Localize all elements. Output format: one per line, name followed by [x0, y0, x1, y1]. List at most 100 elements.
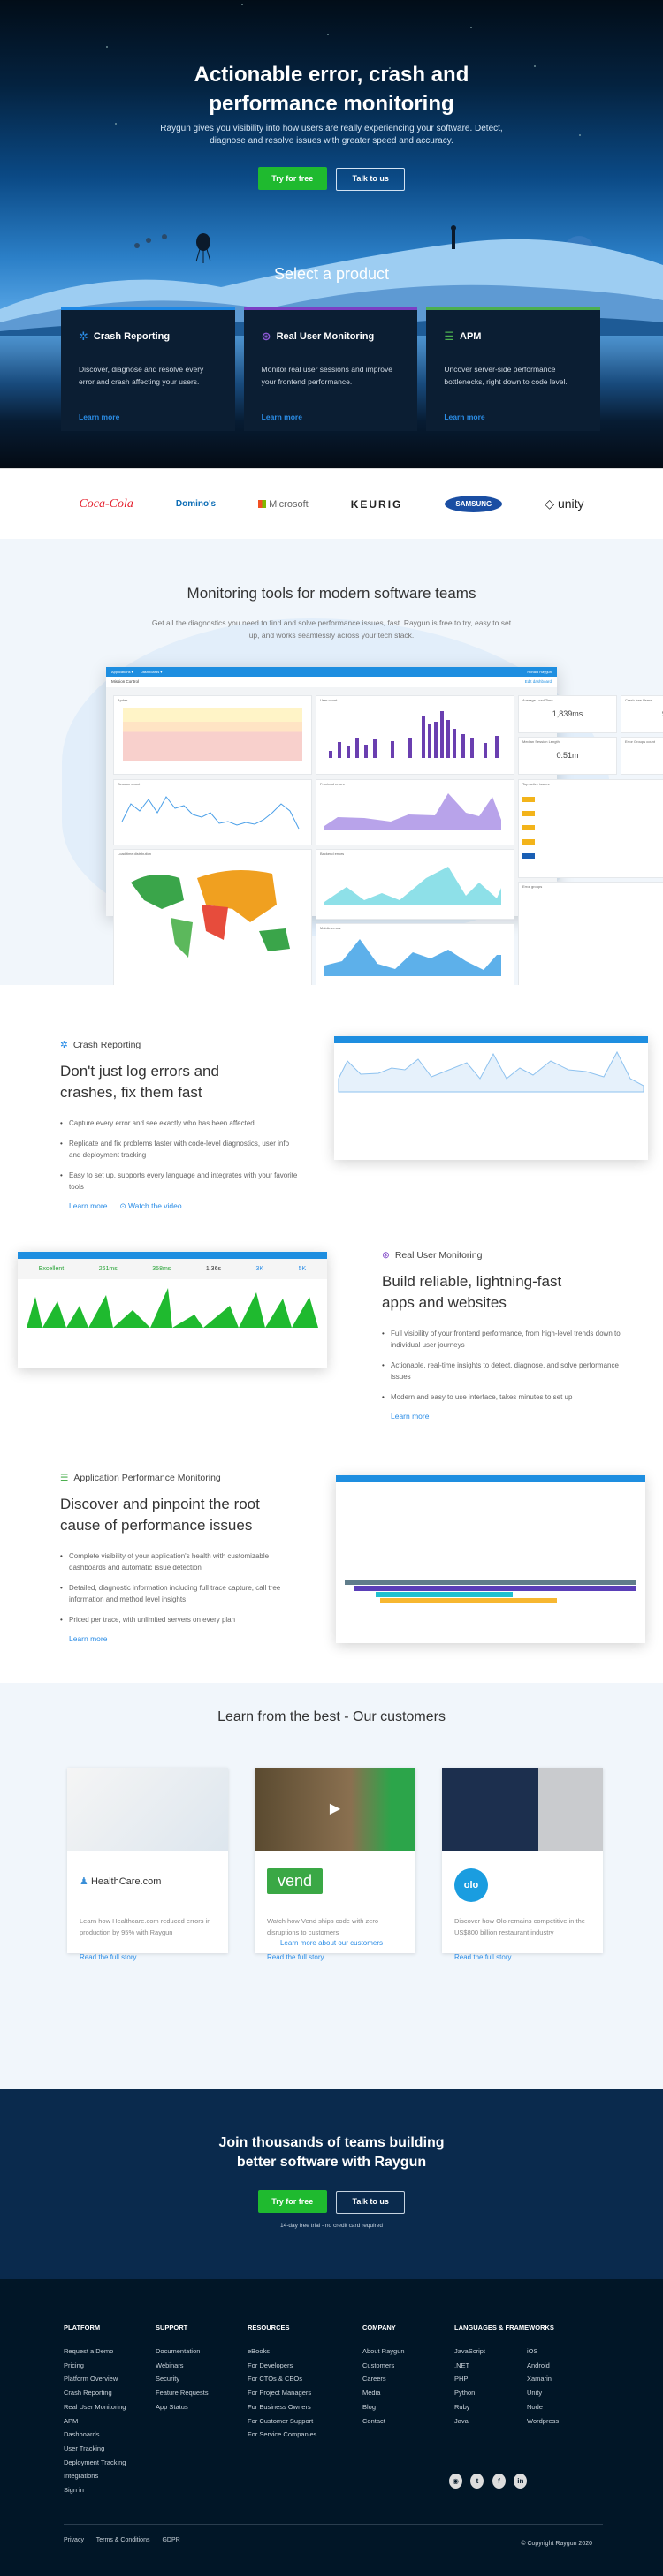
- social-links: ◉ t f in: [449, 2472, 531, 2489]
- footer-link[interactable]: PHP: [454, 2372, 527, 2386]
- github-icon[interactable]: ◉: [449, 2474, 462, 2489]
- footer-link[interactable]: Real User Monitoring: [64, 2400, 156, 2414]
- feature-bullet: Modern and easy to use interface, takes …: [382, 1391, 621, 1403]
- footer-link[interactable]: Dashboards: [64, 2428, 156, 2442]
- feature-bullet: Actionable, real-time insights to detect…: [382, 1360, 621, 1383]
- feature-title: Don't just log errors and crashes, fix th…: [60, 1063, 219, 1101]
- cta-title: Join thousands of teams building better s…: [218, 2135, 445, 2170]
- try-for-free-button[interactable]: Try for free: [257, 2190, 327, 2213]
- read-full-story-link[interactable]: Read the full story: [67, 1946, 228, 1961]
- feature-bullet: Detailed, diagnostic information includi…: [60, 1582, 299, 1605]
- try-for-free-button[interactable]: Try for free: [257, 167, 327, 190]
- learn-more-link[interactable]: Learn more: [391, 1412, 429, 1421]
- footer-link[interactable]: Security: [156, 2372, 248, 2386]
- feature-crash-reporting: ✲ Crash Reporting Don't just log errors a…: [60, 1040, 299, 1211]
- panel-top-active-issues: Top active issues: [518, 779, 663, 878]
- footer-link[interactable]: For Service Companies: [248, 2428, 362, 2442]
- learn-more-link[interactable]: Learn more: [262, 413, 400, 421]
- footer-link[interactable]: For Business Owners: [248, 2400, 362, 2414]
- footer-link[interactable]: Unity: [527, 2386, 559, 2400]
- page-speed-value: Excellent: [38, 1266, 65, 1272]
- learn-more-link[interactable]: Learn more: [79, 413, 217, 421]
- footer-link[interactable]: Sign in: [64, 2483, 156, 2497]
- footer-link[interactable]: For CTOs & CEOs: [248, 2372, 362, 2386]
- footer-link[interactable]: User Tracking: [64, 2442, 156, 2456]
- copyright: © Copyright Raygun 2020: [521, 2541, 592, 2547]
- product-card-crash-reporting[interactable]: ✲ Crash Reporting Discover, diagnose and …: [61, 307, 235, 431]
- footer-link[interactable]: Contact: [362, 2414, 454, 2428]
- talk-to-us-button[interactable]: Talk to us: [336, 2191, 406, 2214]
- footer-link[interactable]: iOS: [527, 2345, 559, 2359]
- select-product-heading: Select a product: [273, 265, 390, 283]
- footer-link[interactable]: Customers: [362, 2359, 454, 2373]
- footer-link[interactable]: Node: [527, 2400, 559, 2414]
- facebook-icon[interactable]: f: [492, 2474, 506, 2489]
- monitoring-section: Monitoring tools for modern software tea…: [0, 539, 663, 985]
- footer-column-platform: PLATFORM Request a Demo Pricing Platform…: [64, 2323, 156, 2497]
- gdpr-link[interactable]: GDPR: [162, 2537, 179, 2543]
- footer-link[interactable]: Java: [454, 2414, 527, 2428]
- panel-apdex: Apdex: [113, 695, 312, 775]
- watch-video-link[interactable]: ⊙ Watch the video: [119, 1201, 181, 1211]
- nav-dashboards: Dashboards ▾: [140, 670, 163, 674]
- footer-link[interactable]: Android: [527, 2359, 559, 2373]
- feature-title: Build reliable, lightning-fast apps and w…: [382, 1273, 562, 1311]
- product-card-apm[interactable]: ☰ APM Uncover server-side performance bot…: [426, 307, 601, 431]
- footer-link[interactable]: About Raygun: [362, 2345, 454, 2359]
- footer-link[interactable]: For Developers: [248, 2359, 362, 2373]
- read-full-story-link[interactable]: Read the full story: [442, 1946, 603, 1961]
- product-title: APM: [460, 331, 482, 342]
- panel-error-groups-count: Error Groups count43: [621, 737, 663, 775]
- monitoring-title: Monitoring tools for modern software tea…: [187, 585, 476, 602]
- footer-link[interactable]: eBooks: [248, 2345, 362, 2359]
- linkedin-icon[interactable]: in: [514, 2474, 528, 2489]
- footer-link[interactable]: For Customer Support: [248, 2414, 362, 2428]
- product-title: Real User Monitoring: [276, 331, 375, 342]
- footer-link[interactable]: App Status: [156, 2400, 248, 2414]
- footer-link[interactable]: Careers: [362, 2372, 454, 2386]
- footer-link[interactable]: Documentation: [156, 2345, 248, 2359]
- footer-link[interactable]: Wordpress: [527, 2414, 559, 2428]
- vend-logo: vend: [255, 1851, 415, 1904]
- read-full-story-link[interactable]: Read the full story: [255, 1946, 415, 1961]
- footer-link[interactable]: .NET: [454, 2359, 527, 2373]
- footer-link[interactable]: Blog: [362, 2400, 454, 2414]
- footer-link[interactable]: Request a Demo: [64, 2345, 156, 2359]
- play-icon[interactable]: ▶: [255, 1768, 415, 1851]
- visitors-value: 3K: [255, 1266, 264, 1272]
- footer-link[interactable]: For Project Managers: [248, 2386, 362, 2400]
- footer-link[interactable]: JavaScript: [454, 2345, 527, 2359]
- learn-more-link[interactable]: Learn more: [69, 1634, 107, 1643]
- footer-link[interactable]: Feature Requests: [156, 2386, 248, 2400]
- product-card-real-user-monitoring[interactable]: ⊛ Real User Monitoring Monitor real user …: [243, 307, 418, 431]
- learn-more-customers-link[interactable]: Learn more about our customers: [0, 1939, 663, 1947]
- user-name: Ronald Raygun: [527, 670, 552, 674]
- footer-link[interactable]: Pricing: [64, 2359, 156, 2373]
- server-icon: ☰: [60, 1473, 69, 1483]
- footer-link[interactable]: Python: [454, 2386, 527, 2400]
- footer-link[interactable]: Integrations: [64, 2469, 156, 2483]
- footer-link[interactable]: Deployment Tracking: [64, 2456, 156, 2470]
- learn-more-link[interactable]: Learn more: [69, 1201, 107, 1211]
- privacy-link[interactable]: Privacy: [64, 2537, 84, 2543]
- footer-link[interactable]: Ruby: [454, 2400, 527, 2414]
- microsoft-logo: Microsoft: [258, 499, 309, 510]
- panel-average-load-time: Average Load Time 1,839ms: [518, 695, 617, 733]
- product-description: Uncover server-side performance bottlene…: [444, 365, 568, 386]
- footer-link[interactable]: Media: [362, 2386, 454, 2400]
- twitter-icon[interactable]: t: [470, 2474, 484, 2489]
- terms-link[interactable]: Terms & Conditions: [96, 2537, 150, 2543]
- footer-link[interactable]: APM: [64, 2414, 156, 2428]
- footer-link[interactable]: Platform Overview: [64, 2372, 156, 2386]
- footer-link[interactable]: Xamarin: [527, 2372, 559, 2386]
- footer-link[interactable]: Crash Reporting: [64, 2386, 156, 2400]
- samsung-logo: SAMSUNG: [445, 496, 503, 512]
- trial-note: 14-day free trial - no credit card requi…: [280, 2223, 383, 2229]
- hero-subtitle: Raygun gives you visibility into how use…: [160, 124, 503, 146]
- panel-mobile-errors: Mobile errors: [316, 923, 514, 985]
- footer-link[interactable]: Webinars: [156, 2359, 248, 2373]
- learn-more-link[interactable]: Learn more: [444, 413, 583, 421]
- vend-video-thumbnail[interactable]: ▶: [255, 1768, 415, 1851]
- talk-to-us-button[interactable]: Talk to us: [336, 168, 406, 191]
- feature-bullet: Easy to set up, supports every language …: [60, 1170, 299, 1193]
